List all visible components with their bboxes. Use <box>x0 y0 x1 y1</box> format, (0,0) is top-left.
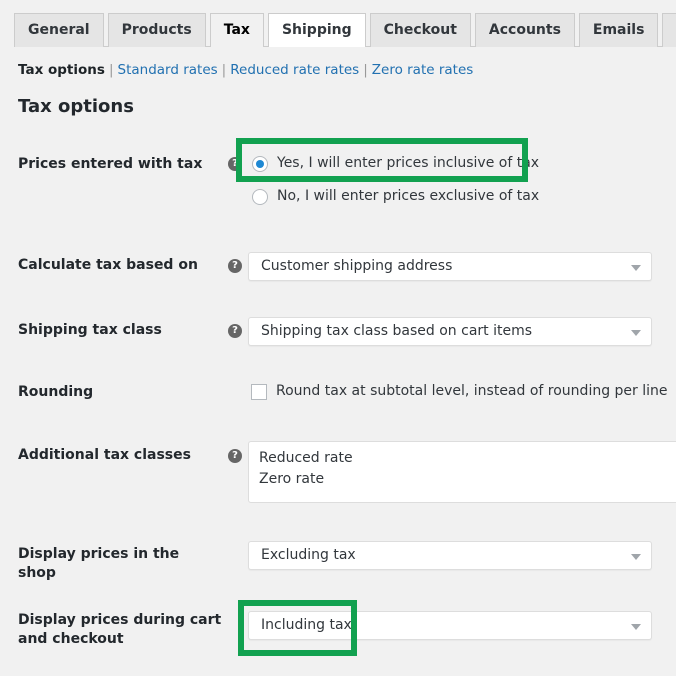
chevron-down-icon <box>631 330 641 336</box>
label-display-prices-cart-checkout: Display prices during cart and checkout <box>18 612 222 647</box>
row-display-prices-in-shop: Display prices in the shop Excluding tax <box>0 541 676 581</box>
row-calculate-tax-based-on: Calculate tax based on ? Customer shippi… <box>0 252 676 281</box>
tab-list: General Products Tax Shipping Checkout A… <box>14 13 676 47</box>
help-icon-shipping-tax-class[interactable]: ? <box>228 324 242 338</box>
help-icon-additional-tax-classes[interactable]: ? <box>228 449 242 463</box>
chevron-down-icon <box>631 265 641 271</box>
radio-inclusive-label: Yes, I will enter prices inclusive of ta… <box>277 155 540 171</box>
tab-accounts[interactable]: Accounts <box>474 13 575 47</box>
subnav-link-zero-rate-rates[interactable]: Zero rate rates <box>372 62 474 78</box>
select-calculate-tax-based-on-value: Customer shipping address <box>261 258 453 274</box>
subnav-separator-2: | <box>221 62 227 78</box>
row-rounding: Rounding Round tax at subtotal level, in… <box>0 383 676 407</box>
radio-exclusive-icon[interactable] <box>252 188 268 205</box>
subnav-separator-3: | <box>363 62 368 78</box>
row-display-prices-cart-checkout: Display prices during cart and checkout … <box>0 611 676 651</box>
label-calculate-tax-based-on: Calculate tax based on <box>18 257 198 273</box>
tab-tax[interactable]: Tax <box>209 13 264 47</box>
subnav-item-tax-options: Tax options <box>18 62 105 78</box>
help-icon-calculate-tax-based-on[interactable]: ? <box>228 259 242 273</box>
select-display-prices-in-shop[interactable]: Excluding tax <box>248 541 652 570</box>
tab-products[interactable]: Products <box>107 13 206 47</box>
chevron-down-icon <box>631 624 641 630</box>
select-display-prices-cart-checkout[interactable]: Including tax <box>248 611 652 640</box>
tab-checkout[interactable]: Checkout <box>369 13 471 47</box>
row-prices-entered-with-tax: Prices entered with tax ? Yes, I will en… <box>0 150 676 220</box>
tab-emails[interactable]: Emails <box>578 13 659 47</box>
textarea-additional-tax-classes[interactable]: Reduced rate Zero rate <box>248 441 676 503</box>
subnav-link-standard-rates[interactable]: Standard rates <box>118 62 218 78</box>
label-shipping-tax-class: Shipping tax class <box>18 322 162 338</box>
tab-shipping[interactable]: Shipping <box>267 13 366 47</box>
tax-sections-nav: Tax options | Standard rates | Reduced rate … <box>18 61 473 79</box>
radio-option-exclusive[interactable]: No, I will enter prices exclusive of tax <box>252 187 539 206</box>
row-additional-tax-classes: Additional tax classes ? Reduced rate Ze… <box>0 441 676 503</box>
label-additional-tax-classes: Additional tax classes <box>18 447 191 463</box>
help-icon-prices-entered-with-tax[interactable]: ? <box>228 157 242 171</box>
row-shipping-tax-class: Shipping tax class ? Shipping tax class … <box>0 317 676 346</box>
chevron-down-icon <box>631 554 641 560</box>
subnav-link-reduced-rate-rates[interactable]: Reduced rate rates <box>230 62 359 78</box>
label-prices-entered-with-tax: Prices entered with tax <box>18 156 203 172</box>
select-display-prices-cart-checkout-value: Including tax <box>261 617 352 633</box>
select-shipping-tax-class[interactable]: Shipping tax class based on cart items <box>248 317 652 346</box>
label-rounding: Rounding <box>18 384 94 400</box>
checkbox-round-subtotal-icon[interactable] <box>251 383 267 400</box>
select-display-prices-in-shop-value: Excluding tax <box>261 547 356 563</box>
page-title: Tax options <box>18 96 134 117</box>
select-shipping-tax-class-value: Shipping tax class based on cart items <box>261 323 533 339</box>
tab-api[interactable]: API <box>662 13 676 47</box>
radio-inclusive-icon[interactable] <box>252 155 268 172</box>
subnav-separator-1: | <box>108 62 114 78</box>
checkbox-round-subtotal-label: Round tax at subtotal level, instead of … <box>276 383 668 399</box>
tab-general[interactable]: General <box>14 13 104 47</box>
radio-exclusive-label: No, I will enter prices exclusive of tax <box>277 188 540 204</box>
label-display-prices-in-shop: Display prices in the shop <box>18 546 180 581</box>
select-calculate-tax-based-on[interactable]: Customer shipping address <box>248 252 652 281</box>
settings-tab-bar: General Products Tax Shipping Checkout A… <box>0 0 676 47</box>
radio-option-inclusive[interactable]: Yes, I will enter prices inclusive of ta… <box>252 154 539 173</box>
checkbox-option-round-subtotal[interactable]: Round tax at subtotal level, instead of … <box>251 382 668 401</box>
